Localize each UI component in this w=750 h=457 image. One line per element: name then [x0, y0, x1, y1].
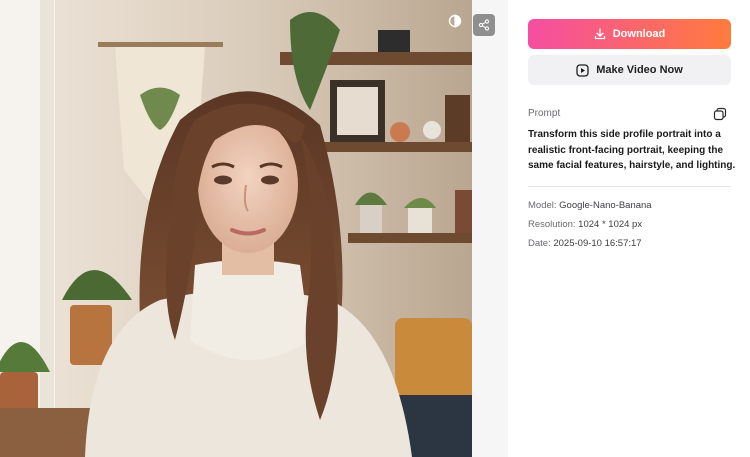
- copy-icon: [713, 107, 727, 121]
- copy-prompt-button[interactable]: [713, 107, 727, 121]
- date-info: Date: 2025-09-10 16:57:17: [528, 238, 642, 249]
- share-button[interactable]: [473, 14, 495, 36]
- model-label: Model:: [528, 200, 557, 211]
- model-info: Model: Google-Nano-Banana: [528, 200, 652, 211]
- panel-gutter: [472, 0, 508, 457]
- half-circle-compare-icon: [448, 14, 462, 28]
- generated-image: [0, 0, 472, 457]
- compare-button[interactable]: [448, 14, 470, 36]
- resolution-label: Resolution:: [528, 219, 576, 230]
- prompt-heading: Prompt: [528, 108, 561, 119]
- resolution-value: 1024 * 1024 px: [578, 219, 643, 230]
- share-nodes-icon: [478, 19, 490, 31]
- date-value: 2025-09-10 16:57:17: [553, 238, 642, 249]
- resolution-info: Resolution: 1024 * 1024 px: [528, 219, 642, 230]
- date-label: Date:: [528, 238, 551, 249]
- details-panel: Download Make Video Now Prompt Transform…: [508, 0, 750, 457]
- download-button[interactable]: Download: [528, 19, 731, 49]
- section-divider: [528, 186, 731, 187]
- portrait-illustration: [0, 0, 472, 457]
- play-square-icon: [576, 63, 589, 77]
- make-video-label: Make Video Now: [596, 64, 683, 76]
- prompt-text: Transform this side profile portrait int…: [528, 129, 736, 171]
- make-video-button[interactable]: Make Video Now: [528, 55, 731, 85]
- model-value: Google-Nano-Banana: [559, 200, 652, 211]
- download-label: Download: [612, 28, 666, 40]
- download-icon: [594, 28, 605, 40]
